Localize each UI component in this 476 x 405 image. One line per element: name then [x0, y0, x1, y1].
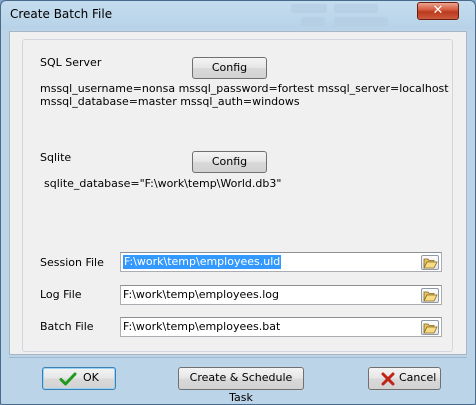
background-window-ghost	[334, 4, 378, 13]
log-file-input[interactable]: F:\work\temp\employees.log	[120, 285, 442, 305]
session-file-input[interactable]: F:\work\temp\employees.uld	[120, 252, 442, 272]
window-title: Create Batch File	[10, 7, 113, 21]
sqlite-label: Sqlite	[40, 151, 72, 164]
sql-server-settings-line1: mssql_username=nonsa mssql_password=fort…	[40, 82, 449, 95]
batch-file-input[interactable]: F:\work\temp\employees.bat	[120, 317, 442, 337]
log-file-label: Log File	[40, 288, 82, 301]
session-file-browse-button[interactable]	[421, 255, 439, 270]
batch-file-label: Batch File	[40, 320, 94, 333]
folder-open-icon	[423, 323, 438, 334]
batch-file-value: F:\work\temp\employees.bat	[123, 320, 281, 333]
sql-server-config-button[interactable]: Config	[192, 57, 267, 79]
folder-open-icon	[423, 258, 438, 269]
sqlite-config-button[interactable]: Config	[192, 151, 267, 173]
log-file-value: F:\work\temp\employees.log	[123, 288, 279, 301]
close-icon: ✕	[432, 3, 444, 18]
cancel-button[interactable]: Cancel	[368, 367, 441, 390]
cross-icon	[381, 372, 395, 386]
log-file-browse-button[interactable]	[421, 288, 439, 303]
cancel-label: Cancel	[399, 371, 437, 384]
background-window-ghost	[301, 17, 325, 26]
sql-server-label: SQL Server	[40, 56, 102, 69]
session-file-label: Session File	[40, 256, 104, 269]
sql-server-settings-line2: mssql_database=master mssql_auth=windows	[40, 95, 300, 108]
footer-divider	[9, 357, 467, 358]
close-button[interactable]: ✕	[417, 2, 459, 20]
ok-label: OK	[83, 371, 99, 384]
create-batch-file-dialog: Create Batch File ✕ SQL Server Config ms…	[0, 0, 476, 405]
folder-open-icon	[423, 291, 438, 302]
sqlite-settings: sqlite_database="F:\work\temp\World.db3"	[44, 177, 282, 190]
background-window-ghost	[291, 4, 327, 13]
ok-button[interactable]: OK	[42, 367, 116, 390]
batch-file-browse-button[interactable]	[421, 320, 439, 335]
background-window-ghost	[334, 17, 388, 26]
create-schedule-task-button[interactable]: Create & Schedule Task	[178, 367, 304, 404]
title-bar[interactable]: Create Batch File ✕	[1, 1, 475, 29]
session-file-value: F:\work\temp\employees.uld	[123, 255, 282, 269]
checkmark-icon	[59, 372, 77, 386]
